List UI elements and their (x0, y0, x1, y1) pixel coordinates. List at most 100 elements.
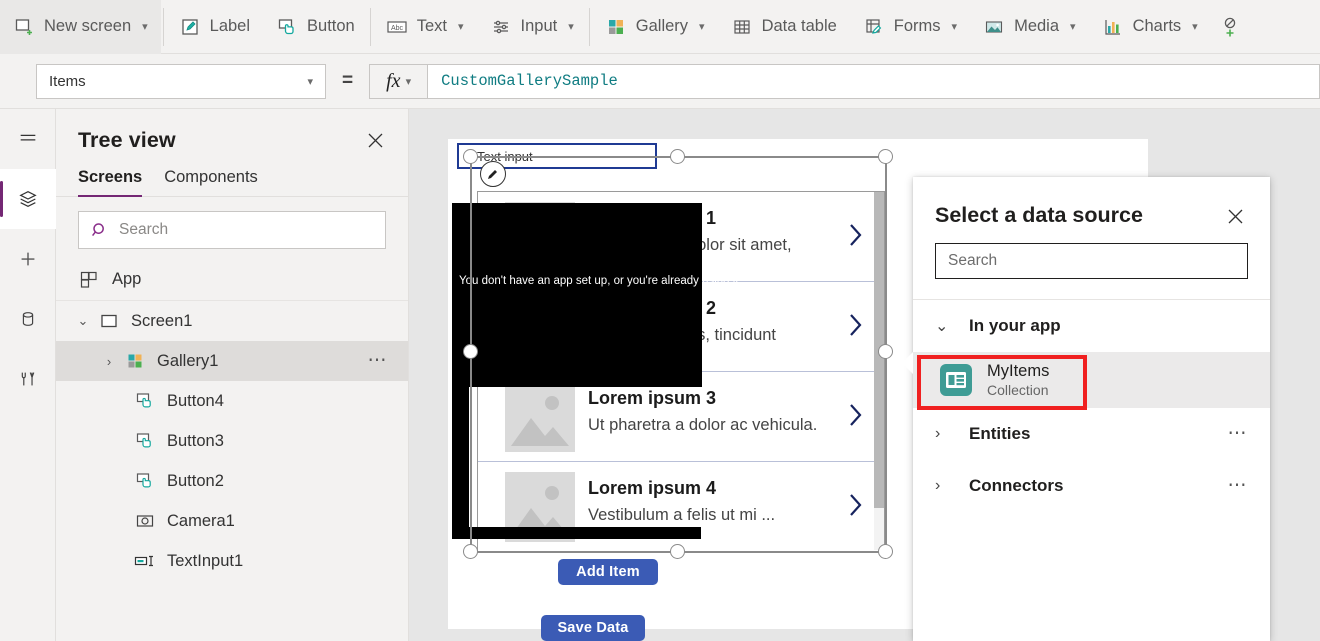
gallery-scrollbar[interactable] (874, 192, 884, 550)
button-button[interactable]: Button (263, 0, 368, 54)
tab-components[interactable]: Components (164, 165, 258, 196)
database-icon (17, 308, 39, 330)
tree-node-label: TextInput1 (167, 552, 243, 571)
chevron-right-icon[interactable] (846, 310, 866, 345)
text-button[interactable]: Abc Text ▾ (373, 0, 477, 54)
collection-icon (939, 363, 973, 397)
gallery-row-title: Lorem ipsum 3 (588, 388, 716, 409)
chevron-down-icon[interactable]: ⌄ (935, 316, 969, 336)
data-source-item-myitems[interactable]: MyItems Collection (913, 352, 1270, 408)
tree-node-camera1[interactable]: Camera1 (56, 501, 408, 541)
data-source-search-input[interactable] (948, 252, 1235, 270)
tree-row-app[interactable]: App (56, 259, 408, 301)
more-options-icon[interactable]: ⋯ (1228, 480, 1249, 491)
edit-pen-icon[interactable] (480, 161, 506, 187)
chevron-right-icon[interactable]: › (935, 477, 969, 495)
button-icon (132, 391, 158, 411)
resize-handle-middle-left[interactable] (463, 344, 478, 359)
forms-icon (863, 16, 885, 38)
tree-node-button3[interactable]: Button3 (56, 421, 408, 461)
data-source-item-subtitle: Collection (987, 382, 1049, 398)
forms-label: Forms (894, 17, 941, 36)
more-options-icon[interactable]: ⋯ (1228, 428, 1249, 439)
tree-search-input[interactable] (119, 221, 373, 239)
property-select-value: Items (49, 73, 86, 90)
chevron-right-icon[interactable] (846, 400, 866, 435)
tree-search-box[interactable] (78, 211, 386, 249)
chevron-right-icon[interactable]: › (96, 354, 122, 369)
data-source-search-box[interactable] (935, 243, 1248, 279)
rail-item-insert[interactable] (0, 229, 56, 289)
data-table-label: Data table (762, 17, 837, 36)
more-options-icon[interactable]: ⋯ (368, 355, 389, 366)
resize-handle-bottom-left[interactable] (463, 544, 478, 559)
charts-icon (1102, 16, 1124, 38)
chevron-right-icon[interactable] (846, 220, 866, 255)
property-select[interactable]: Items ▾ (36, 64, 326, 99)
close-icon[interactable] (1222, 203, 1248, 229)
data-source-title: Select a data source (935, 203, 1143, 228)
chevron-right-icon[interactable] (846, 490, 866, 525)
input-icon (490, 16, 512, 38)
data-table-button[interactable]: Data table (718, 0, 850, 54)
tree-node-textinput1[interactable]: TextInput1 (56, 541, 408, 581)
screen-icon (96, 311, 122, 331)
tree-node-label: Screen1 (131, 312, 192, 331)
button-label: Button (307, 17, 355, 36)
command-bar: New screen ▾ Label Button (0, 0, 1320, 54)
resize-handle-bottom-right[interactable] (878, 544, 893, 559)
gallery-label: Gallery (636, 17, 688, 36)
left-rail (0, 109, 56, 641)
tree-node-button4[interactable]: Button4 (56, 381, 408, 421)
data-source-group-in-your-app[interactable]: ⌄ In your app (913, 300, 1270, 352)
rail-item-data[interactable] (0, 289, 56, 349)
gallery-button[interactable]: Gallery ▾ (592, 0, 718, 54)
fx-button[interactable]: fx ▾ (369, 64, 427, 99)
layers-icon (17, 188, 39, 210)
svg-text:Abc: Abc (391, 24, 404, 31)
rail-item-media[interactable] (0, 349, 56, 409)
new-screen-label: New screen (44, 17, 131, 36)
data-source-item-name: MyItems (987, 362, 1049, 381)
label-button[interactable]: Label (166, 0, 263, 54)
input-label: Input (521, 17, 558, 36)
save-data-button[interactable]: Save Data (541, 615, 645, 641)
input-button[interactable]: Input ▾ (477, 0, 587, 54)
tree-node-label: Gallery1 (157, 352, 218, 371)
tree-view-panel: Tree view Screens Components App ⌄ (56, 109, 409, 641)
camera-icon (132, 511, 158, 531)
resize-handle-bottom-center[interactable] (670, 544, 685, 559)
chevron-down-icon: ▾ (458, 20, 464, 33)
icons-add-button[interactable] (1211, 0, 1249, 54)
data-source-group-entities[interactable]: › Entities ⋯ (913, 408, 1270, 460)
resize-handle-top-right[interactable] (878, 149, 893, 164)
chevron-down-icon: ▾ (568, 20, 574, 33)
tree-node-button2[interactable]: Button2 (56, 461, 408, 501)
chevron-down-icon[interactable]: ⌄ (70, 313, 96, 329)
resize-handle-top-center[interactable] (670, 149, 685, 164)
formula-input[interactable]: CustomGallerySample (427, 64, 1320, 99)
tree-node-gallery1[interactable]: › Gallery1 ⋯ (56, 341, 408, 381)
forms-button[interactable]: Forms ▾ (850, 0, 970, 54)
charts-button[interactable]: Charts ▾ (1089, 0, 1211, 54)
add-item-button[interactable]: Add Item (558, 559, 658, 585)
rail-item-hamburger[interactable] (0, 109, 56, 169)
tree-node-screen1[interactable]: ⌄ Screen1 (56, 301, 408, 341)
tree-node-label: Camera1 (167, 512, 235, 531)
charts-label: Charts (1133, 17, 1182, 36)
chevron-down-icon: ▾ (142, 20, 148, 33)
label-icon (179, 16, 201, 38)
chevron-right-icon[interactable]: › (935, 425, 969, 443)
hamburger-icon (17, 128, 39, 150)
data-source-group-connectors[interactable]: › Connectors ⋯ (913, 460, 1270, 512)
toolbar-group-text: Abc Text ▾ Input ▾ (373, 0, 587, 54)
rail-item-tree-view[interactable] (0, 169, 56, 229)
new-screen-button[interactable]: New screen ▾ (0, 0, 161, 54)
media-button[interactable]: Media ▾ (970, 0, 1088, 54)
tab-screens[interactable]: Screens (78, 165, 142, 196)
close-icon[interactable] (362, 127, 388, 153)
search-icon (91, 219, 109, 241)
resize-handle-top-left[interactable] (463, 149, 478, 164)
resize-handle-middle-right[interactable] (878, 344, 893, 359)
data-source-header: Select a data source (913, 177, 1270, 229)
